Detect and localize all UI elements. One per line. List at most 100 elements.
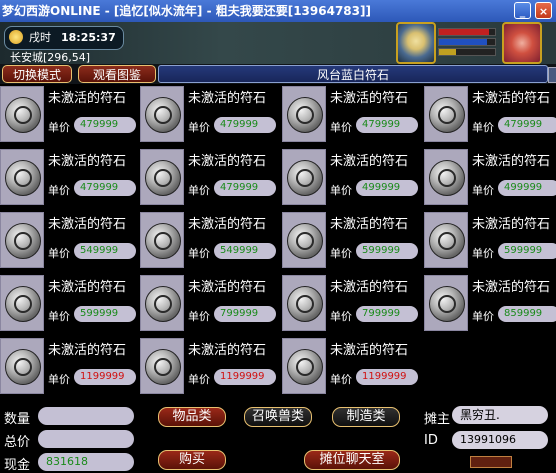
quantity-label: 数量 [4, 412, 31, 427]
bottom-panel: 数量 总价 现金 831618 物品类 召唤兽类 制造类 购买 摊位聊天室 摊主… [0, 400, 556, 473]
scroll-right-button[interactable] [548, 67, 556, 83]
unit-price: 799999 [214, 306, 276, 322]
unit-price: 479999 [74, 180, 136, 196]
rune-stone-icon[interactable] [140, 212, 184, 268]
rune-stone-icon[interactable] [140, 149, 184, 205]
rune-glyph [154, 295, 172, 313]
rune-stone-icon[interactable] [0, 149, 44, 205]
unit-price: 549999 [74, 243, 136, 259]
rune-stone-icon[interactable] [140, 275, 184, 331]
rune-glyph [154, 106, 172, 124]
unit-price-label: 单价 [330, 247, 352, 260]
item-slot[interactable]: 未激活的符石 单价 479999 [140, 149, 278, 205]
item-slot[interactable]: 未激活的符石 单价 599999 [282, 212, 420, 268]
rune-stone-icon[interactable] [0, 275, 44, 331]
rune-stone-icon[interactable] [0, 338, 44, 394]
rune-stone-icon[interactable] [282, 86, 326, 142]
item-slot[interactable]: 未激活的符石 单价 499999 [424, 149, 556, 205]
rune-stone-icon[interactable] [282, 275, 326, 331]
unit-price: 479999 [214, 180, 276, 196]
item-slot[interactable]: 未激活的符石 单价 479999 [0, 149, 138, 205]
close-button[interactable]: × [535, 2, 552, 19]
pet-avatar[interactable] [396, 22, 436, 64]
game-clock[interactable]: 戌时 18:25:37 [4, 26, 124, 50]
item-name: 未激活的符石 [472, 91, 551, 106]
cash-field: 831618 [38, 453, 134, 471]
rune-stone-icon[interactable] [282, 212, 326, 268]
unit-price: 859999 [498, 306, 556, 322]
item-name: 未激活的符石 [48, 217, 127, 232]
item-name: 未激活的符石 [330, 280, 409, 295]
stall-chat-button[interactable]: 摊位聊天室 [304, 450, 400, 470]
player-avatar[interactable] [502, 22, 542, 64]
unit-price: 1199999 [356, 369, 418, 385]
item-slot[interactable]: 未激活的符石 单价 479999 [140, 86, 278, 142]
item-name: 未激活的符石 [472, 217, 551, 232]
item-slot[interactable]: 未激活的符石 单价 499999 [282, 149, 420, 205]
item-slot[interactable]: 未激活的符石 单价 479999 [424, 86, 556, 142]
item-name: 未激活的符石 [330, 343, 409, 358]
owner-field: 黑穷丑. [452, 406, 548, 424]
tab-items-button[interactable]: 物品类 [158, 407, 226, 427]
rune-stone-icon[interactable] [424, 86, 468, 142]
rune-stone-icon[interactable] [0, 212, 44, 268]
item-name: 未激活的符石 [48, 91, 127, 106]
rune-glyph [296, 295, 314, 313]
quantity-input[interactable] [38, 407, 134, 425]
unit-price-label: 单价 [188, 121, 210, 134]
pet-exp-bar [438, 48, 496, 56]
rune-stone-icon[interactable] [282, 338, 326, 394]
rune-glyph [438, 232, 456, 250]
unit-price: 1199999 [74, 369, 136, 385]
item-slot[interactable]: 未激活的符石 单价 479999 [282, 86, 420, 142]
item-slot[interactable]: 未激活的符石 单价 599999 [0, 275, 138, 331]
rune-stone-icon[interactable] [140, 86, 184, 142]
window-titlebar[interactable]: 梦幻西游ONLINE - [追忆[似水流年] - 粗夫我要还要[13964783… [0, 0, 556, 22]
unit-price-label: 单价 [472, 247, 494, 260]
unit-price-label: 单价 [330, 121, 352, 134]
unit-price-label: 单价 [472, 121, 494, 134]
item-name: 未激活的符石 [48, 280, 127, 295]
id-label: ID [424, 433, 438, 448]
item-slot[interactable]: 未激活的符石 单价 549999 [0, 212, 138, 268]
item-slot[interactable]: 未激活的符石 单价 549999 [140, 212, 278, 268]
item-grid: 未激活的符石 单价 479999 未激活的符石 单价 479999 未激活的符石 单价 4799… [0, 86, 556, 394]
unit-price-label: 单价 [48, 310, 70, 323]
stone-graphic [5, 286, 41, 322]
item-name: 未激活的符石 [472, 154, 551, 169]
switch-mode-button[interactable]: 切换模式 [2, 65, 72, 83]
unit-price: 1199999 [214, 369, 276, 385]
item-slot[interactable]: 未激活的符石 单价 1199999 [0, 338, 138, 394]
rune-glyph [296, 358, 314, 376]
item-name: 未激活的符石 [48, 154, 127, 169]
item-slot[interactable]: 未激活的符石 单价 1199999 [140, 338, 278, 394]
item-slot[interactable]: 未激活的符石 单价 599999 [424, 212, 556, 268]
item-name: 未激活的符石 [330, 91, 409, 106]
rune-stone-icon[interactable] [0, 86, 44, 142]
rune-stone-icon[interactable] [424, 149, 468, 205]
item-slot[interactable]: 未激活的符石 单价 859999 [424, 275, 556, 331]
rune-stone-icon[interactable] [140, 338, 184, 394]
corner-widget[interactable] [470, 456, 512, 468]
rune-stone-icon[interactable] [424, 275, 468, 331]
unit-price-label: 单价 [188, 184, 210, 197]
item-slot[interactable]: 未激活的符石 单价 479999 [0, 86, 138, 142]
item-name: 未激活的符石 [188, 154, 267, 169]
rune-stone-icon[interactable] [282, 149, 326, 205]
view-catalog-button[interactable]: 观看图鉴 [78, 65, 156, 83]
stone-graphic [145, 286, 181, 322]
total-field [38, 430, 134, 448]
item-slot[interactable]: 未激活的符石 单价 799999 [282, 275, 420, 331]
item-slot[interactable]: 未激活的符石 单价 799999 [140, 275, 278, 331]
unit-price: 599999 [74, 306, 136, 322]
unit-price-label: 单价 [188, 310, 210, 323]
stone-graphic [145, 97, 181, 133]
tab-pets-button[interactable]: 召唤兽类 [244, 407, 312, 427]
rune-stone-icon[interactable] [424, 212, 468, 268]
item-slot[interactable]: 未激活的符石 单价 1199999 [282, 338, 420, 394]
tab-craft-button[interactable]: 制造类 [332, 407, 400, 427]
stone-graphic [287, 286, 323, 322]
minimize-button[interactable]: _ [514, 2, 531, 19]
total-label: 总价 [4, 435, 31, 450]
buy-button[interactable]: 购买 [158, 450, 226, 470]
